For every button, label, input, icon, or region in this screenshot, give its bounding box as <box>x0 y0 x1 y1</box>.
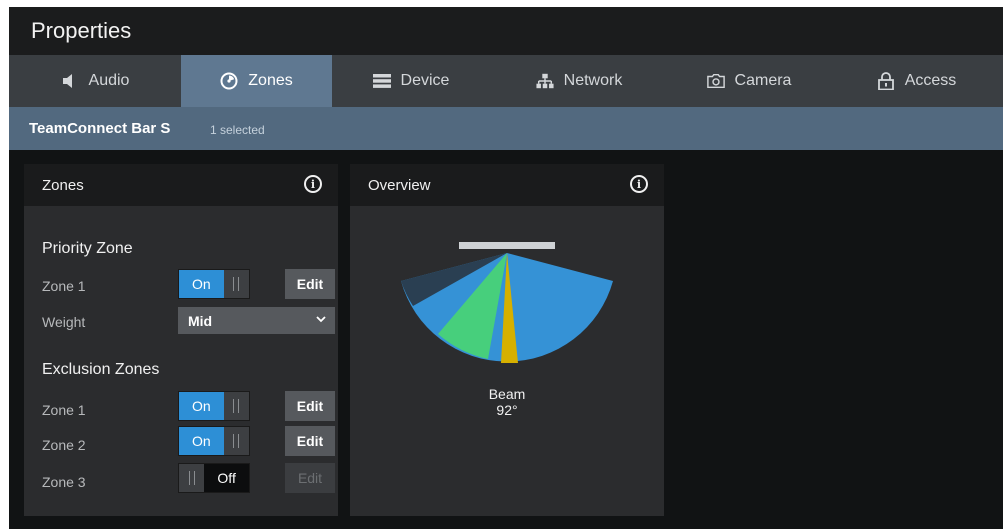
exclusion-zone-3-toggle[interactable]: Off <box>178 463 250 493</box>
properties-window: Properties Audio Zones Device Network Ca… <box>9 7 1003 529</box>
window-title: Properties <box>31 18 132 43</box>
tab-access[interactable]: Access <box>830 55 1003 107</box>
zones-panel-header: Zones i <box>24 164 338 206</box>
zones-panel: Zones i Priority Zone Zone 1 On Edit Wei… <box>24 164 338 516</box>
toggle-state: Off <box>204 464 249 492</box>
toggle-knob <box>223 427 249 455</box>
exclusion-zone-3-label: Zone 3 <box>42 474 86 490</box>
exclusion-zone-2-edit-button[interactable]: Edit <box>285 426 335 456</box>
tab-camera[interactable]: Camera <box>668 55 830 107</box>
device-icon <box>372 72 391 90</box>
overview-panel: Overview i Beam 92° <box>350 164 664 516</box>
tab-label: Device <box>400 72 450 89</box>
exclusion-zone-2-label: Zone 2 <box>42 437 86 453</box>
info-icon[interactable]: i <box>630 175 648 193</box>
speaker-icon <box>61 72 79 90</box>
zone-overview-diagram <box>401 242 613 363</box>
overview-panel-header: Overview i <box>350 164 664 206</box>
device-bar: TeamConnect Bar S 1 selected <box>9 107 1003 150</box>
priority-zone-toggle[interactable]: On <box>178 269 250 299</box>
toggle-state: On <box>179 427 224 455</box>
device-name: TeamConnect Bar S <box>29 120 171 137</box>
exclusion-zone-3-edit-button: Edit <box>285 463 335 493</box>
tab-device[interactable]: Device <box>332 55 490 107</box>
exclusion-zone-1-toggle[interactable]: On <box>178 391 250 421</box>
toggle-state: On <box>179 392 224 420</box>
tab-network[interactable]: Network <box>490 55 668 107</box>
tab-label: Camera <box>734 72 792 89</box>
panel-title: Zones <box>42 177 84 194</box>
tab-audio[interactable]: Audio <box>9 55 181 107</box>
panel-title: Overview <box>368 177 431 194</box>
title-bar: Properties <box>9 7 1003 55</box>
camera-icon <box>706 72 725 90</box>
tab-label: Access <box>904 72 957 89</box>
toggle-knob <box>179 464 205 492</box>
weight-value: Mid <box>188 312 213 329</box>
selection-count: 1 selected <box>210 123 265 137</box>
exclusion-zone-1-edit-button[interactable]: Edit <box>285 391 335 421</box>
priority-zone-label: Zone 1 <box>42 278 86 294</box>
network-icon <box>536 72 554 90</box>
weight-label: Weight <box>42 314 86 330</box>
beam-label: Beam <box>488 386 526 402</box>
tab-label: Audio <box>88 72 130 89</box>
tab-label: Zones <box>248 72 293 89</box>
tab-zones[interactable]: Zones <box>181 55 332 107</box>
priority-zone-heading: Priority Zone <box>42 240 133 257</box>
device-bar-graphic <box>459 242 555 249</box>
toggle-knob <box>223 392 249 420</box>
chevron-down-icon <box>316 316 326 323</box>
tab-label: Network <box>563 72 623 89</box>
tab-bar: Audio Zones Device Network Camera Access <box>9 55 1003 107</box>
beam-angle: 92° <box>496 402 518 418</box>
zones-icon <box>220 72 238 90</box>
exclusion-zone-1-label: Zone 1 <box>42 402 86 418</box>
toggle-state: On <box>179 270 224 298</box>
info-icon[interactable]: i <box>304 175 322 193</box>
priority-zone-edit-button[interactable]: Edit <box>285 269 335 299</box>
lock-icon <box>877 72 895 90</box>
toggle-knob <box>223 270 249 298</box>
exclusion-zone-2-toggle[interactable]: On <box>178 426 250 456</box>
weight-select[interactable]: Mid <box>178 307 335 334</box>
exclusion-zones-heading: Exclusion Zones <box>42 361 160 378</box>
